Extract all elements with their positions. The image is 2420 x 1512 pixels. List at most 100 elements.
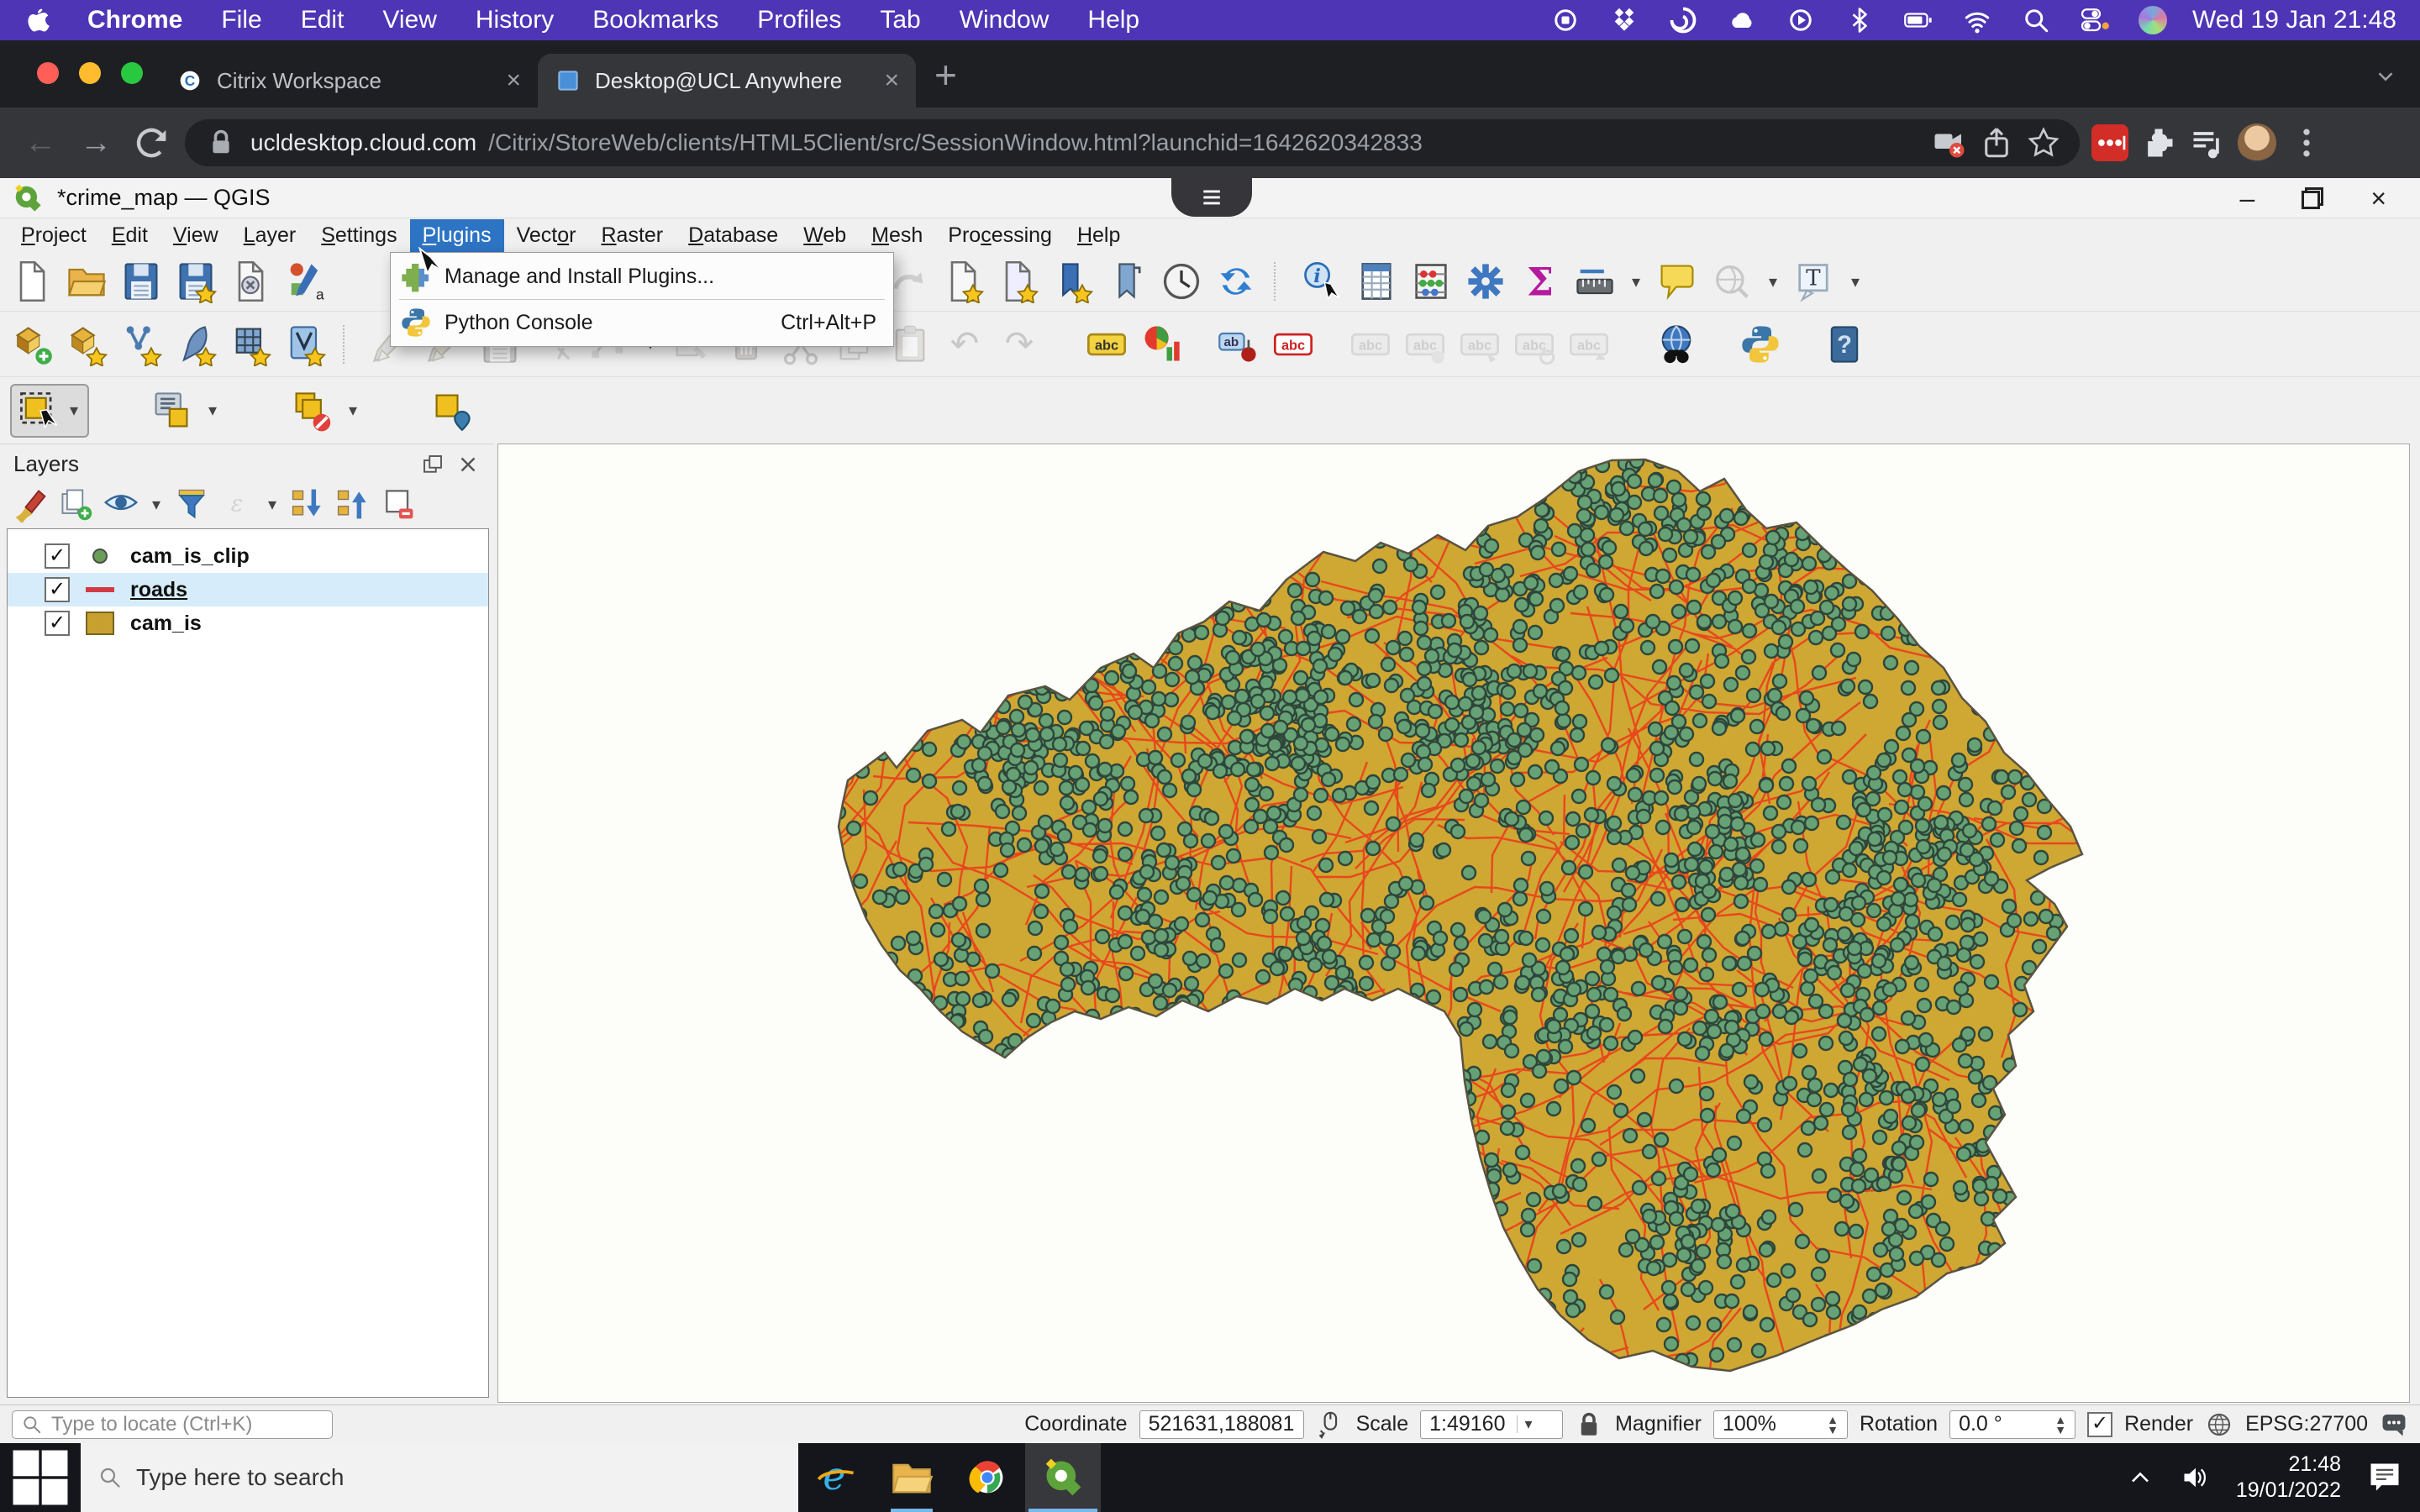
extensions-puzzle-icon[interactable] <box>2140 124 2177 161</box>
layer-visibility-checkbox[interactable]: ✓ <box>45 543 70 569</box>
bookmark-star-icon[interactable] <box>2026 125 2061 160</box>
crs-label[interactable]: EPSG:27700 <box>2245 1412 2368 1436</box>
layer-item-roads[interactable]: ✓roads <box>8 573 488 606</box>
qgis-menu-project[interactable]: Project <box>8 219 99 252</box>
back-button[interactable]: ← <box>18 121 62 165</box>
select-by-form-button[interactable] <box>150 389 193 433</box>
close-tab-icon[interactable]: × <box>884 66 899 95</box>
annotation-button[interactable]: T <box>1792 260 1836 303</box>
macos-menu-tab[interactable]: Tab <box>880 6 920 34</box>
battery-icon[interactable] <box>1903 5 1933 35</box>
undo-button[interactable]: ↶ <box>943 323 986 366</box>
qgis-menu-settings[interactable]: Settings <box>308 219 409 252</box>
qgis-menu-help[interactable]: Help <box>1065 219 1133 252</box>
restore-button[interactable] <box>2302 187 2323 209</box>
extent-toggle-icon[interactable] <box>1316 1410 1344 1439</box>
taskbar-app-chrome[interactable] <box>950 1443 1025 1512</box>
temporal-button[interactable] <box>1160 260 1203 303</box>
new-virtual-button[interactable] <box>283 323 327 366</box>
macos-menu-chrome[interactable]: Chrome <box>87 6 182 34</box>
remove-layer-icon[interactable] <box>380 486 417 522</box>
qgis-menu-processing[interactable]: Processing <box>935 219 1065 252</box>
apple-menu-icon[interactable] <box>24 5 54 35</box>
bluetooth-icon[interactable] <box>1844 5 1875 35</box>
profile-avatar[interactable] <box>2238 123 2276 162</box>
label-tool-2-button[interactable]: abc <box>1403 323 1447 366</box>
taskbar-app-qgis[interactable] <box>1025 1443 1101 1512</box>
new-spatialite-button[interactable] <box>174 323 218 366</box>
locate-input[interactable]: Type to locate (Ctrl+K) <box>12 1410 333 1439</box>
map-tips-button[interactable] <box>1655 260 1699 303</box>
crs-globe-icon[interactable] <box>2205 1410 2233 1439</box>
layer-item-cam_is[interactable]: ✓cam_is <box>8 606 488 640</box>
minimize-button[interactable]: – <box>2240 185 2255 212</box>
qgis-menu-mesh[interactable]: Mesh <box>859 219 935 252</box>
label-tool-1-button[interactable]: abc <box>1349 323 1392 366</box>
bookmark-show-button[interactable] <box>1105 260 1149 303</box>
macos-menu-file[interactable]: File <box>221 6 261 34</box>
taskbar-app-file-explorer[interactable] <box>874 1443 950 1512</box>
macos-menu-edit[interactable]: Edit <box>301 6 345 34</box>
forward-button[interactable]: → <box>74 121 118 165</box>
control-center-icon[interactable] <box>2080 5 2110 35</box>
close-tab-icon[interactable]: × <box>506 66 521 95</box>
coordinate-input[interactable]: 521631,188081 <box>1139 1410 1304 1439</box>
new-layout-button[interactable] <box>941 260 985 303</box>
close-window-button[interactable] <box>37 62 59 84</box>
style-manager-button[interactable]: a <box>283 260 327 303</box>
expand-all-icon[interactable] <box>289 486 326 522</box>
data-source-manager-button[interactable] <box>10 323 54 366</box>
record-icon[interactable] <box>1550 5 1581 35</box>
media-blocked-icon[interactable] <box>1932 125 1967 160</box>
close-button[interactable]: × <box>2370 185 2386 212</box>
statistics-button[interactable] <box>1409 260 1453 303</box>
chrome-menu-icon[interactable] <box>2288 124 2325 161</box>
refresh-button[interactable] <box>1214 260 1258 303</box>
metasearch-button[interactable] <box>1655 323 1698 366</box>
project-new-button[interactable] <box>10 260 54 303</box>
speaker-icon[interactable] <box>2181 1462 2211 1493</box>
select-features-button[interactable] <box>17 389 60 433</box>
help-contents-button[interactable]: ? <box>1823 323 1866 366</box>
layer-item-cam_is_clip[interactable]: ✓cam_is_clip <box>8 539 488 573</box>
qgis-menu-raster[interactable]: Raster <box>588 219 676 252</box>
minimize-window-button[interactable] <box>79 62 101 84</box>
lastpass-extension-icon[interactable] <box>2091 124 2128 161</box>
deselect-all-button[interactable] <box>290 389 334 433</box>
label-tool-5-button[interactable]: abc <box>1567 323 1611 366</box>
new-tab-button[interactable]: + <box>934 55 957 94</box>
collapse-all-icon[interactable] <box>334 486 371 522</box>
dropbox-icon[interactable] <box>1609 5 1639 35</box>
add-group-icon[interactable] <box>57 486 94 522</box>
tray-chevron-icon[interactable] <box>2125 1462 2155 1493</box>
panel-float-icon[interactable] <box>420 452 445 477</box>
sum-features-button[interactable]: Σ <box>1518 260 1562 303</box>
tab-desktop-ucl[interactable]: Desktop@UCL Anywhere × <box>538 54 916 108</box>
swirl-icon[interactable] <box>1668 5 1698 35</box>
measure-dropdown-icon[interactable]: ▾ <box>1628 271 1644 292</box>
menu-item-python-console[interactable]: Python ConsoleCtrl+Alt+P <box>391 303 893 342</box>
measure-button[interactable] <box>1573 260 1617 303</box>
styling-dock-icon[interactable] <box>12 486 49 522</box>
macos-menu-bookmarks[interactable]: Bookmarks <box>592 6 718 34</box>
label-tool-3-button[interactable]: abc <box>1458 323 1502 366</box>
bookmark-new-button[interactable] <box>1050 260 1094 303</box>
qgis-menu-layer[interactable]: Layer <box>231 219 309 252</box>
layer-diagram-button[interactable] <box>1139 323 1183 366</box>
reload-button[interactable] <box>129 121 173 165</box>
layer-labeling-button[interactable]: abc <box>1085 323 1128 366</box>
attribute-table-button[interactable] <box>1355 260 1398 303</box>
macos-menu-profiles[interactable]: Profiles <box>757 6 841 34</box>
play-circle-icon[interactable] <box>1786 5 1816 35</box>
manage-themes-icon[interactable] <box>103 486 139 522</box>
menu-item-manage-and-install-plugins[interactable]: Manage and Install Plugins... <box>391 257 893 296</box>
manage-themes-dropdown-icon[interactable]: ▾ <box>148 494 165 515</box>
deselect-all-dropdown-icon[interactable]: ▾ <box>345 400 361 421</box>
notification-icon[interactable] <box>2366 1459 2403 1496</box>
start-button[interactable] <box>0 1443 81 1512</box>
scale-combo[interactable]: 1:49160▾ <box>1420 1410 1563 1439</box>
macos-menu-window[interactable]: Window <box>960 6 1050 34</box>
georeferencer-dropdown-icon[interactable]: ▾ <box>1765 271 1781 292</box>
layout-manager-button[interactable] <box>229 260 272 303</box>
georeferencer-button[interactable] <box>1710 260 1754 303</box>
